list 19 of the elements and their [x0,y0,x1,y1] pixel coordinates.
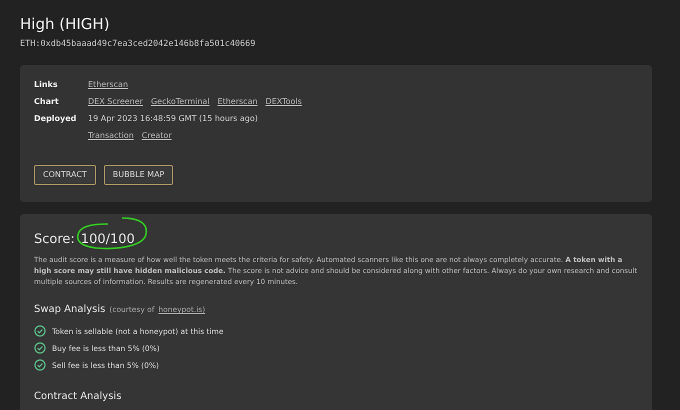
link[interactable]: Etherscan [218,96,258,108]
info-label: Chart [34,96,60,108]
token-title: High (HIGH) [20,14,111,34]
token-address: ETH:0xdb45baaad49c7ea3ced2042e146b8fa501c40669 [20,38,256,51]
section-title: Swap Analysis [34,303,106,318]
info-label: Links [34,78,59,91]
section-title: Contract Analysis [34,390,122,404]
link[interactable]: Etherscan [88,78,128,91]
link[interactable]: DEXTools [266,96,302,108]
info-label: Deployed [34,112,78,125]
link[interactable]: DEX Screener [88,96,143,108]
link[interactable]: GeckoTerminal [150,96,210,108]
score-label: Score: [34,230,75,249]
deployed-date: 19 Apr 2023 16:48:59 GMT (15 hours ago) [88,112,259,125]
action-button[interactable]: CONTRACT [34,164,96,185]
link[interactable]: Creator [142,130,172,142]
action-button[interactable]: BUBBLE MAP [104,164,174,185]
score-value: 100/100 [80,230,135,249]
link[interactable]: Transaction [88,130,134,142]
